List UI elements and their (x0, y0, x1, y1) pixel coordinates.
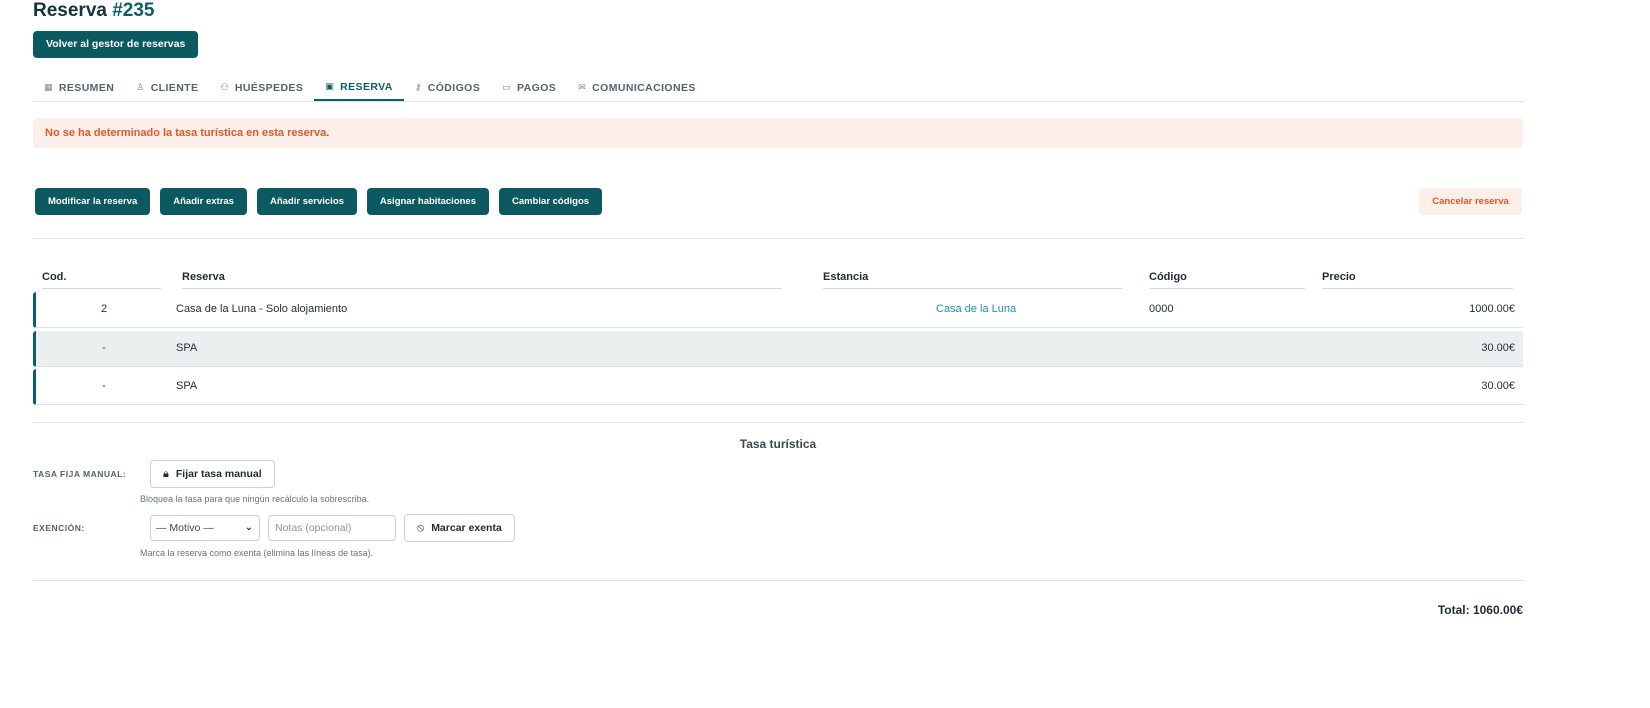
tourist-tax-title: Tasa turística (739, 437, 817, 451)
users-icon: ⚇ (220, 82, 229, 92)
cell-precio: 30.00€ (1481, 342, 1515, 354)
tab-pagos[interactable]: ▭ PAGOS (491, 74, 567, 101)
mark-exempt-button[interactable]: ⦸ Marcar exenta (404, 514, 515, 542)
grid-icon: ▦ (44, 82, 53, 92)
tab-bar: ▦ RESUMEN ♙ CLIENTE ⚇ HUÉSPEDES ▣ RESERVA ⚷ C… (33, 74, 1523, 102)
mail-icon: ✉ (578, 82, 587, 92)
tab-resumen[interactable]: ▦ RESUMEN (33, 74, 125, 101)
table-row[interactable]: - SPA 30.00€ (33, 331, 1523, 367)
page-title: Reserva #235 (33, 0, 155, 22)
card-icon: ▭ (502, 82, 512, 92)
user-icon: ♙ (136, 82, 145, 92)
cell-cod: - (102, 380, 106, 392)
exemption-reason-select[interactable]: — Motivo — ⌄ (150, 515, 260, 541)
column-header-estancia: Estancia (823, 271, 1123, 289)
tab-label: RESERVA (340, 80, 393, 93)
table-row[interactable]: 2 Casa de la Luna - Solo alojamiento Cas… (33, 292, 1523, 328)
exemption-reason-value: — Motivo — (156, 522, 214, 534)
tab-label: CLIENTE (150, 81, 199, 94)
assign-rooms-button[interactable]: Asignar habitaciones (366, 188, 489, 215)
calendar-icon: ▣ (325, 81, 335, 91)
page-title-prefix: Reserva (33, 0, 107, 21)
column-header-cod: Cod. (42, 271, 161, 289)
tab-cliente[interactable]: ♙ CLIENTE (125, 74, 209, 101)
cell-reserva: SPA (176, 342, 198, 354)
cell-precio: 1000.00€ (1469, 303, 1515, 315)
cell-reserva: Casa de la Luna - Solo alojamiento (176, 303, 348, 315)
tab-codigos[interactable]: ⚷ CÓDIGOS (404, 74, 491, 101)
lock-icon: 🔒︎ (163, 467, 169, 480)
column-header-precio: Precio (1322, 271, 1513, 289)
mark-exempt-label: Marcar exenta (431, 522, 502, 534)
manual-tax-label: TASA FIJA MANUAL: (33, 469, 127, 479)
booking-total: Total: 1060.00€ (1437, 603, 1523, 617)
tab-huespedes[interactable]: ⚇ HUÉSPEDES (209, 74, 314, 101)
stay-link[interactable]: Casa de la Luna (936, 292, 1016, 326)
set-manual-tax-button[interactable]: 🔒︎ Fijar tasa manual (150, 460, 275, 488)
divider (33, 238, 1523, 239)
tab-comunicaciones[interactable]: ✉ COMUNICACIONES (567, 74, 707, 101)
cell-cod: 2 (100, 303, 108, 315)
cell-reserva: SPA (176, 380, 198, 392)
chevron-down-icon: ⌄ (244, 522, 253, 533)
exemption-label: EXENCIÓN: (33, 523, 85, 533)
set-manual-tax-label: Fijar tasa manual (175, 468, 262, 480)
modify-booking-button[interactable]: Modificar la reserva (35, 188, 151, 215)
action-bar: Modificar la reserva Añadir extras Añadi… (35, 188, 612, 215)
add-extras-button[interactable]: Añadir extras (160, 188, 247, 215)
cancel-booking-button[interactable]: Cancelar reserva (1419, 188, 1522, 215)
divider (33, 422, 1523, 423)
tab-reserva[interactable]: ▣ RESERVA (314, 74, 404, 101)
change-codes-button[interactable]: Cambiar códigos (499, 188, 603, 215)
table-row[interactable]: - SPA 30.00€ (33, 369, 1523, 405)
tab-label: HUÉSPEDES (234, 81, 304, 94)
column-header-reserva: Reserva (182, 271, 782, 289)
cell-codigo: 0000 (1149, 303, 1174, 315)
column-header-codigo: Código (1149, 271, 1305, 289)
key-icon: ⚷ (414, 82, 422, 92)
add-services-button[interactable]: Añadir servicios (256, 188, 357, 215)
exemption-notes-input[interactable] (268, 515, 396, 541)
manual-tax-help: Bloquea la tasa para que ningún recálcul… (140, 494, 370, 504)
exemption-help: Marca la reserva como exenta (elimina la… (140, 548, 374, 558)
tab-label: CÓDIGOS (427, 81, 481, 94)
tab-label: PAGOS (517, 81, 557, 94)
ban-icon: ⦸ (417, 521, 425, 534)
divider (33, 580, 1523, 581)
tab-label: RESUMEN (58, 81, 115, 94)
tab-label: COMUNICACIONES (592, 81, 696, 94)
tourist-tax-alert: No se ha determinado la tasa turística e… (33, 118, 1523, 148)
booking-number: #235 (112, 0, 155, 21)
cell-precio: 30.00€ (1481, 380, 1515, 392)
back-to-manager-button[interactable]: Volver al gestor de reservas (33, 31, 199, 58)
cell-cod: - (102, 342, 106, 354)
